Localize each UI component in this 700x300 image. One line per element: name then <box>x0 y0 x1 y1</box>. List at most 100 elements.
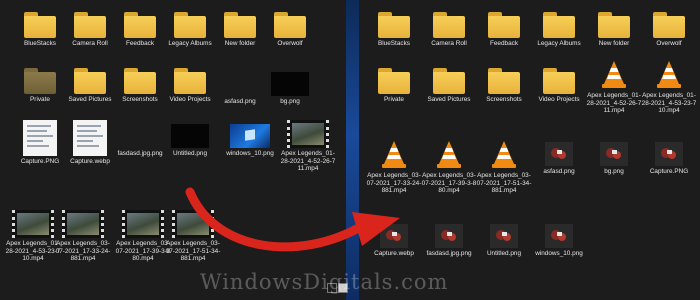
folder-icon <box>543 12 575 38</box>
file-name-label: Apex Legends_03-07-2021_17-39-3-880.mp4 <box>115 240 171 263</box>
file-name-label: Apex Legends_03-07-2021_17-33-24-881.mp4 <box>366 172 422 195</box>
folder-icon <box>598 12 630 38</box>
left-file-item[interactable]: Saved Pictures <box>62 68 118 104</box>
file-name-label: Private <box>384 96 404 103</box>
file-name-label: asfasd.png <box>543 168 575 175</box>
file-name-label: Apex Legends_01-28-2021_4-53-23-710.mp4 <box>641 92 697 115</box>
right-file-item[interactable]: Apex Legends_03-07-2021_17-39-3-880.mp4 <box>421 140 477 195</box>
left-file-item[interactable]: Apex Legends_03-07-2021_17-39-3-880.mp4 <box>115 210 171 263</box>
folder-icon <box>124 68 156 94</box>
left-file-item[interactable]: Apex Legends_01-28-2021_4-52-26-711.mp4 <box>280 120 336 173</box>
file-name-label: Capture.PNG <box>20 158 60 165</box>
file-name-label: bg.png <box>604 168 624 175</box>
right-file-item[interactable]: Legacy Albums <box>531 12 587 48</box>
left-file-item[interactable]: Apex Legends_03-07-2021_17-51-34-881.mp4 <box>165 210 221 263</box>
left-explorer-pane: BlueStacks Camera Roll Feedback Legacy Albu… <box>0 0 346 300</box>
video-thumbnail <box>122 210 164 238</box>
right-file-item[interactable]: Apex Legends_03-07-2021_17-51-34-881.mp4 <box>476 140 532 195</box>
file-name-label: Apex Legends_03-07-2021_17-33-24-881.mp4 <box>55 240 111 263</box>
file-name-label: Apex Legends_03-07-2021_17-51-34-881.mp4 <box>165 240 221 263</box>
left-file-item[interactable]: Untitled.png <box>162 120 218 158</box>
right-file-item[interactable]: bg.png <box>586 140 642 176</box>
file-name-label: Camera Roll <box>72 40 108 47</box>
vlc-cone-icon <box>599 60 629 90</box>
file-name-label: Apex Legends_03-07-2021_17-51-34-881.mp4 <box>476 172 532 195</box>
right-file-item[interactable]: Feedback <box>476 12 532 48</box>
right-file-item[interactable]: Camera Roll <box>421 12 477 48</box>
left-file-item[interactable]: New folder <box>212 12 268 48</box>
left-file-item[interactable]: Overwolf <box>262 12 318 48</box>
file-name-label: Untitled.png <box>172 150 208 157</box>
file-name-label: New folder <box>224 40 256 47</box>
file-name-label: Screenshots <box>486 96 522 103</box>
folder-icon <box>433 68 465 94</box>
broken-image-icon <box>380 224 408 248</box>
file-name-label: windows_10.png <box>535 250 583 257</box>
file-name-label: Legacy Albums <box>537 40 581 47</box>
right-file-item[interactable]: Screenshots <box>476 68 532 104</box>
right-file-item[interactable]: Capture.webp <box>366 222 422 258</box>
file-name-label: Apex Legends_01-28-2021_4-52-26-711.mp4 <box>280 150 336 173</box>
left-file-item[interactable]: fasdasd.jpg.png <box>112 120 168 158</box>
broken-image-icon <box>490 224 518 248</box>
file-name-label: Capture.webp <box>70 158 110 165</box>
vlc-cone-icon <box>489 140 519 170</box>
left-file-item[interactable]: Video Projects <box>162 68 218 104</box>
left-file-item[interactable]: Private <box>12 68 68 104</box>
right-file-item[interactable]: fasdasd.jpg.png <box>421 222 477 258</box>
left-file-item[interactable]: Screenshots <box>112 68 168 104</box>
folder-icon <box>74 12 106 38</box>
left-file-item[interactable]: Camera Roll <box>62 12 118 48</box>
right-file-item[interactable]: Apex Legends_01-28-2021_4-52-26-711.mp4 <box>586 60 642 115</box>
file-name-label: Apex Legends_01-28-2021_4-53-23-710.mp4 <box>5 240 61 263</box>
right-file-item[interactable]: Apex Legends_01-28-2021_4-53-23-710.mp4 <box>641 60 697 115</box>
right-file-item[interactable]: Apex Legends_03-07-2021_17-33-24-881.mp4 <box>366 140 422 195</box>
left-file-item[interactable]: asfasd.png <box>212 68 268 106</box>
folder-icon <box>24 12 56 38</box>
right-file-item[interactable]: asfasd.png <box>531 140 587 176</box>
left-file-item[interactable]: Capture.PNG <box>12 120 68 166</box>
broken-image-icon <box>545 142 573 166</box>
file-name-label: Capture.webp <box>374 250 414 257</box>
right-file-item[interactable]: Untitled.png <box>476 222 532 258</box>
file-name-label: bg.png <box>280 98 300 105</box>
left-file-item[interactable]: Apex Legends_01-28-2021_4-53-23-710.mp4 <box>5 210 61 263</box>
left-file-item[interactable]: bg.png <box>262 68 318 106</box>
right-file-item[interactable]: BlueStacks <box>366 12 422 48</box>
left-file-item[interactable]: Apex Legends_03-07-2021_17-33-24-881.mp4 <box>55 210 111 263</box>
file-name-label: Overwolf <box>277 40 303 47</box>
file-name-label: Capture.PNG <box>649 168 689 175</box>
broken-image-icon <box>545 224 573 248</box>
file-name-label: Camera Roll <box>431 40 467 47</box>
right-file-item[interactable]: Capture.PNG <box>641 140 697 176</box>
left-file-item[interactable]: Legacy Albums <box>162 12 218 48</box>
right-file-item[interactable]: Video Projects <box>531 68 587 104</box>
vlc-cone-icon <box>434 140 464 170</box>
left-file-item[interactable]: windows_10.png <box>222 120 278 158</box>
file-name-label: Saved Pictures <box>68 96 112 103</box>
file-name-label: Video Projects <box>169 96 211 103</box>
watermark: WindowsDigitals.com <box>200 270 449 294</box>
left-file-item[interactable]: Capture.webp <box>62 120 118 166</box>
file-name-label: Screenshots <box>122 96 158 103</box>
file-name-label: Untitled.png <box>486 250 522 257</box>
right-file-item[interactable]: windows_10.png <box>531 222 587 258</box>
right-file-item[interactable]: Private <box>366 68 422 104</box>
file-name-label: Video Projects <box>538 96 580 103</box>
desktop-background-strip <box>346 0 359 300</box>
folder-icon <box>543 68 575 94</box>
right-file-item[interactable]: Saved Pictures <box>421 68 477 104</box>
file-name-label: Apex Legends_03-07-2021_17-39-3-880.mp4 <box>421 172 477 195</box>
left-file-item[interactable]: Feedback <box>112 12 168 48</box>
left-file-item[interactable]: BlueStacks <box>12 12 68 48</box>
right-file-item[interactable]: New folder <box>586 12 642 48</box>
file-name-label: windows_10.png <box>226 150 274 157</box>
file-name-label: Saved Pictures <box>427 96 471 103</box>
file-name-label: Feedback <box>489 40 519 47</box>
right-explorer-pane: BlueStacks Camera Roll Feedback Legacy Albu… <box>359 0 700 300</box>
blank-thumbnail <box>212 68 268 96</box>
folder-icon <box>378 12 410 38</box>
file-name-label: Private <box>30 96 50 103</box>
right-file-item[interactable]: Overwolf <box>641 12 697 48</box>
video-thumbnail <box>62 210 104 238</box>
